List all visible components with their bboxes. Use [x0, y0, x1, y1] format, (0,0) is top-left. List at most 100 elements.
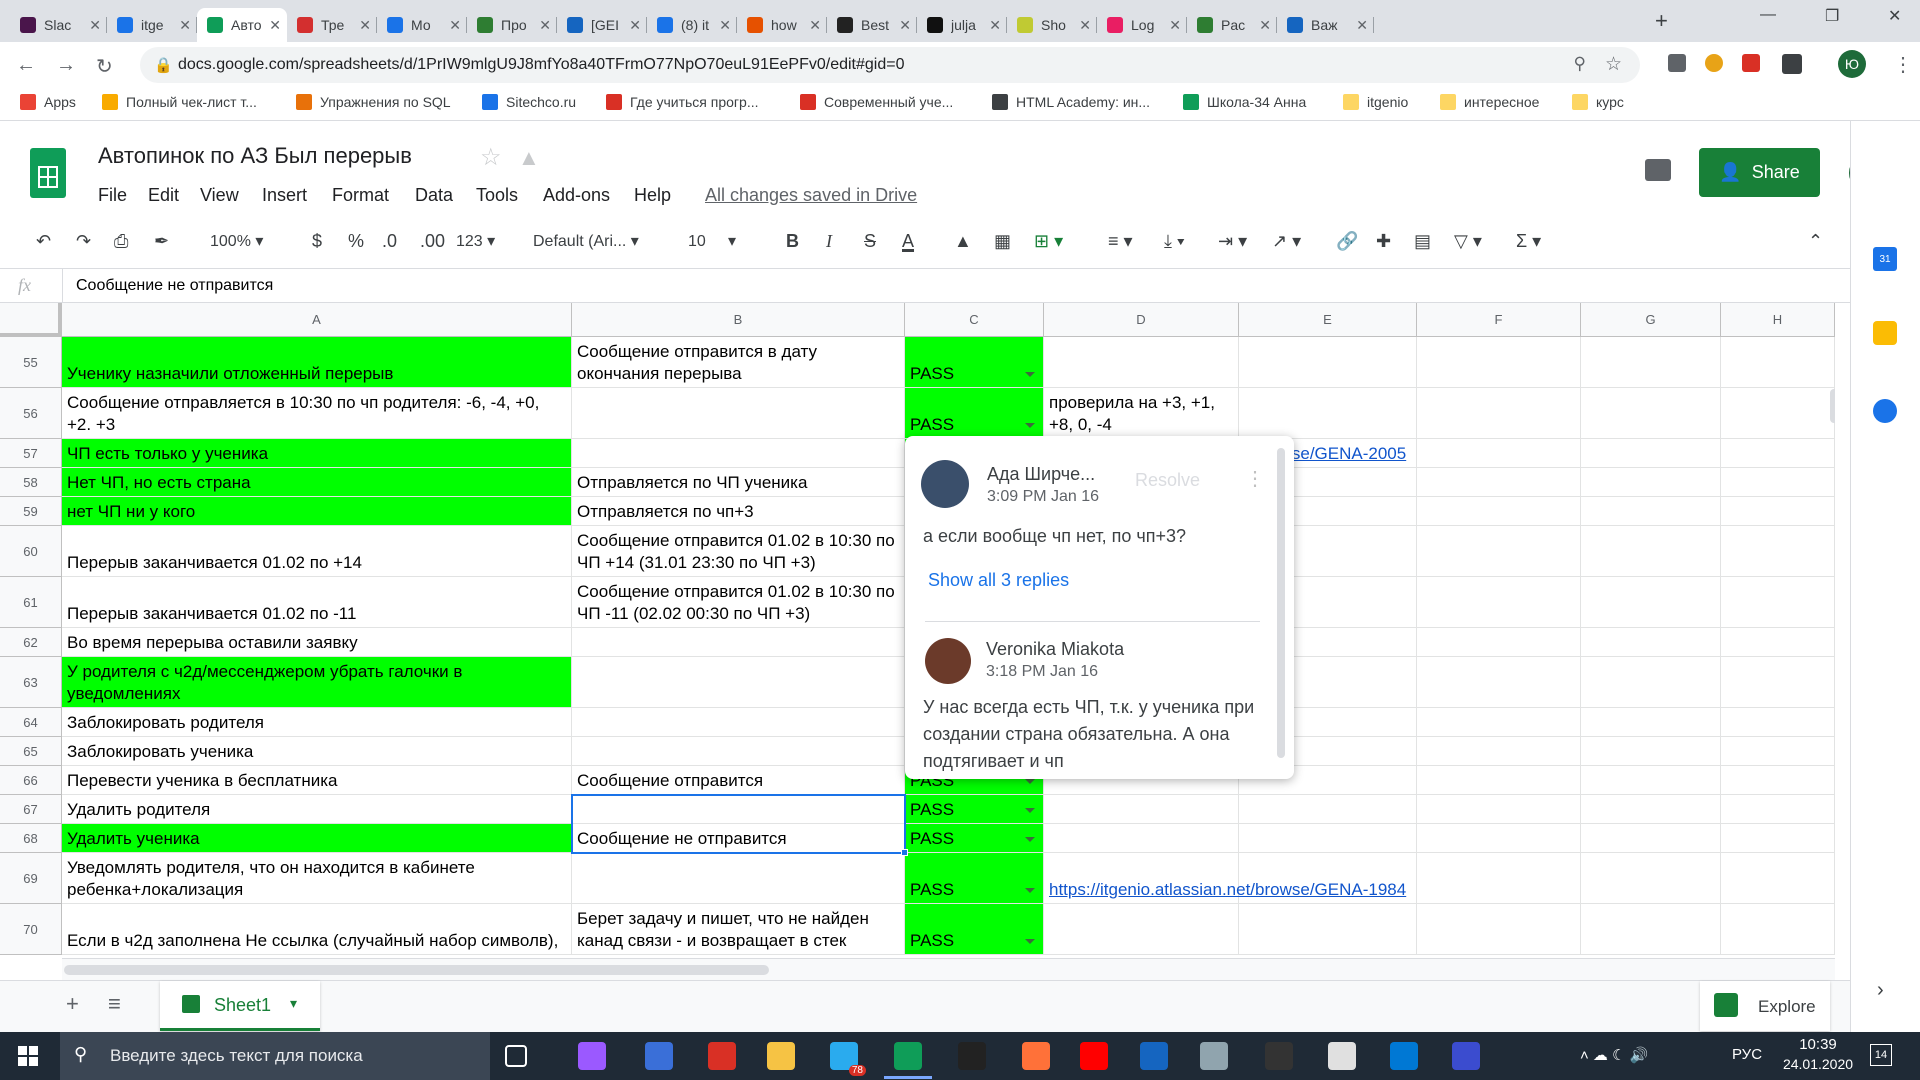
document-title[interactable]: Автопинок по АЗ Был перерыв: [98, 143, 412, 169]
cell-empty[interactable]: [1581, 337, 1721, 388]
cell-empty[interactable]: [1721, 795, 1835, 824]
functions-icon[interactable]: Σ ▾: [1516, 231, 1541, 252]
cell-empty[interactable]: [1581, 824, 1721, 853]
cell-b[interactable]: [572, 439, 905, 468]
tab-close-icon[interactable]: ✕: [1356, 17, 1368, 34]
dropdown-arrow-icon[interactable]: [1025, 837, 1035, 842]
cell-empty[interactable]: [1417, 388, 1581, 439]
office-app-icon[interactable]: [708, 1042, 736, 1070]
redo-icon[interactable]: ↷: [76, 231, 91, 252]
cell-empty[interactable]: [1721, 904, 1835, 955]
firefox-icon[interactable]: [1022, 1042, 1050, 1070]
row-header[interactable]: 66: [0, 766, 62, 795]
more-formats-select[interactable]: 123 ▾: [456, 231, 495, 251]
dropdown-arrow-icon[interactable]: [1025, 939, 1035, 944]
row-header[interactable]: 57: [0, 439, 62, 468]
decrease-decimal-button[interactable]: .0: [382, 231, 397, 252]
cell-empty[interactable]: [1581, 737, 1721, 766]
bookmark-item[interactable]: HTML Academy: ин...: [992, 94, 1150, 110]
cell-empty[interactable]: [1721, 708, 1835, 737]
menu-data[interactable]: Data: [415, 185, 453, 206]
app-icon[interactable]: [1265, 1042, 1293, 1070]
cell-b[interactable]: Отправляется по ЧП ученика: [572, 468, 905, 497]
collapse-menu-icon[interactable]: ⌃: [1808, 231, 1823, 252]
row-header[interactable]: 69: [0, 853, 62, 904]
vertical-align-icon[interactable]: ⤓ ▾: [1164, 231, 1185, 252]
insert-comment-icon[interactable]: ✚: [1376, 231, 1391, 252]
cell-b[interactable]: Отправляется по чп+3: [572, 497, 905, 526]
show-replies-link[interactable]: Show all 3 replies: [928, 570, 1069, 591]
cell-empty[interactable]: [1417, 628, 1581, 657]
menu-edit[interactable]: Edit: [148, 185, 179, 206]
cell-a[interactable]: ЧП есть только у ученика: [62, 439, 572, 468]
dropdown-arrow-icon[interactable]: [1025, 779, 1035, 784]
cell-empty[interactable]: [1417, 904, 1581, 955]
cell-c-status[interactable]: PASS: [905, 795, 1044, 824]
row-header[interactable]: 62: [0, 628, 62, 657]
browser-tab[interactable]: Тре ✕: [287, 8, 377, 42]
cell-d[interactable]: [1044, 795, 1239, 824]
cell-empty[interactable]: [1721, 497, 1835, 526]
undo-icon[interactable]: ↶: [36, 231, 51, 252]
menu-addons[interactable]: Add-ons: [543, 185, 610, 206]
tray-icons[interactable]: ˄ ☁ ☾ 🔊: [1580, 1046, 1648, 1064]
url-bar[interactable]: 🔒 docs.google.com/spreadsheets/d/1PrIW9m…: [140, 47, 1640, 83]
calendar-icon[interactable]: 31: [1873, 247, 1897, 271]
yandex-browser-icon[interactable]: [1080, 1042, 1108, 1070]
cell-empty[interactable]: [1417, 795, 1581, 824]
bookmark-item[interactable]: Современный уче...: [800, 94, 953, 110]
column-header-f[interactable]: F: [1417, 303, 1581, 337]
increase-decimal-button[interactable]: .00: [420, 231, 445, 252]
cell-empty[interactable]: [1721, 824, 1835, 853]
browser-tab[interactable]: [GEI ✕: [557, 8, 647, 42]
merge-cells-icon[interactable]: ⊞ ▾: [1034, 231, 1063, 252]
expand-panel-icon[interactable]: ›: [1877, 979, 1884, 1002]
clock-date[interactable]: 24.01.2020: [1778, 1056, 1858, 1072]
sheet-menu-icon[interactable]: ▾: [290, 995, 297, 1012]
bookmark-item[interactable]: Apps: [20, 94, 76, 110]
tab-close-icon[interactable]: ✕: [809, 17, 821, 34]
extension-icon[interactable]: [1782, 54, 1802, 74]
browser-tab[interactable]: julja ✕: [917, 8, 1007, 42]
browser-tab[interactable]: Slac ✕: [10, 8, 107, 42]
text-rotation-icon[interactable]: ↗ ▾: [1272, 231, 1301, 252]
cell-empty[interactable]: [1417, 577, 1581, 628]
file-explorer-icon[interactable]: [767, 1042, 795, 1070]
tab-close-icon[interactable]: ✕: [1169, 17, 1181, 34]
assistant-icon[interactable]: [578, 1042, 606, 1070]
bookmark-item[interactable]: курс: [1572, 94, 1624, 110]
browser-tab[interactable]: Важ ✕: [1277, 8, 1374, 42]
cell-empty[interactable]: [1417, 657, 1581, 708]
forward-icon[interactable]: →: [56, 54, 76, 77]
cell-a[interactable]: Заблокировать родителя: [62, 708, 572, 737]
horizontal-align-icon[interactable]: ≡ ▾: [1108, 231, 1133, 252]
print-icon[interactable]: ⎙: [114, 231, 128, 252]
cell-empty[interactable]: [1417, 526, 1581, 577]
back-icon[interactable]: ←: [16, 54, 36, 77]
cell-empty[interactable]: [1581, 657, 1721, 708]
cell-empty[interactable]: [1581, 795, 1721, 824]
cell-b[interactable]: [572, 657, 905, 708]
row-header[interactable]: 60: [0, 526, 62, 577]
cell-empty[interactable]: [1239, 388, 1417, 439]
dropdown-arrow-icon[interactable]: [1025, 423, 1035, 428]
cell-b[interactable]: [572, 737, 905, 766]
row-header[interactable]: 59: [0, 497, 62, 526]
tab-close-icon[interactable]: ✕: [269, 17, 281, 34]
row-header[interactable]: 64: [0, 708, 62, 737]
reload-icon[interactable]: ↻: [96, 54, 113, 79]
tab-close-icon[interactable]: ✕: [539, 17, 551, 34]
filter-icon[interactable]: ▽ ▾: [1454, 231, 1482, 252]
text-wrap-icon[interactable]: ⇥ ▾: [1218, 231, 1247, 252]
browser-tab[interactable]: (8) it ✕: [647, 8, 737, 42]
telegram-icon[interactable]: 78: [830, 1042, 866, 1076]
cell-empty[interactable]: [1721, 337, 1835, 388]
cell-d[interactable]: [1044, 337, 1239, 388]
tab-close-icon[interactable]: ✕: [899, 17, 911, 34]
cell-empty[interactable]: [1721, 439, 1835, 468]
tasks-icon[interactable]: [1873, 399, 1897, 423]
tab-close-icon[interactable]: ✕: [1079, 17, 1091, 34]
column-header-c[interactable]: C: [905, 303, 1044, 337]
browser-tab[interactable]: Мо ✕: [377, 8, 467, 42]
column-header-e[interactable]: E: [1239, 303, 1417, 337]
